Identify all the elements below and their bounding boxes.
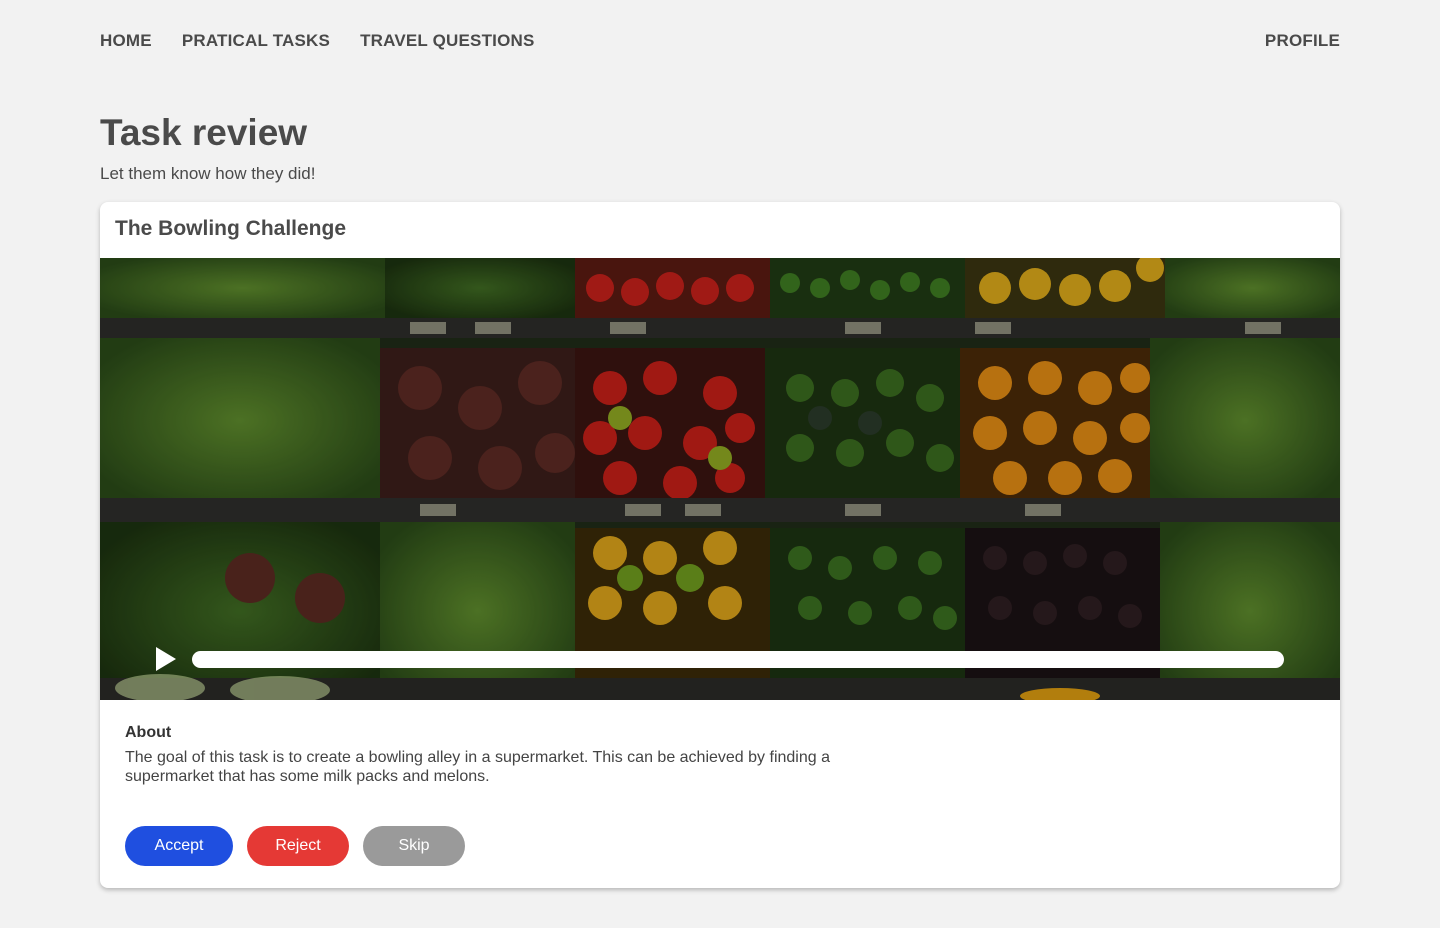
page-subtitle: Let them know how they did!	[100, 164, 316, 183]
about-label: About	[125, 724, 172, 741]
nav-home-link[interactable]: HOME	[100, 31, 152, 51]
nav-profile-link[interactable]: PROFILE	[1265, 31, 1340, 51]
about-text: The goal of this task is to create a bow…	[125, 749, 830, 785]
accept-button[interactable]: Accept	[125, 826, 233, 866]
task-card: The Bowling Challenge About The goal of …	[100, 202, 1340, 888]
video-thumbnail	[100, 258, 1340, 700]
task-title: The Bowling Challenge	[115, 217, 347, 240]
task-video[interactable]	[100, 258, 1340, 700]
play-icon[interactable]	[154, 646, 178, 672]
top-nav: HOME PRATICAL TASKS TRAVEL QUESTIONS PRO…	[100, 30, 1340, 52]
nav-practical-tasks-link[interactable]: PRATICAL TASKS	[182, 31, 330, 51]
page-title: Task review	[100, 112, 308, 153]
nav-travel-questions-link[interactable]: TRAVEL QUESTIONS	[360, 31, 534, 51]
skip-button[interactable]: Skip	[363, 826, 465, 866]
video-progress-bar[interactable]	[192, 651, 1284, 668]
reject-button[interactable]: Reject	[247, 826, 349, 866]
